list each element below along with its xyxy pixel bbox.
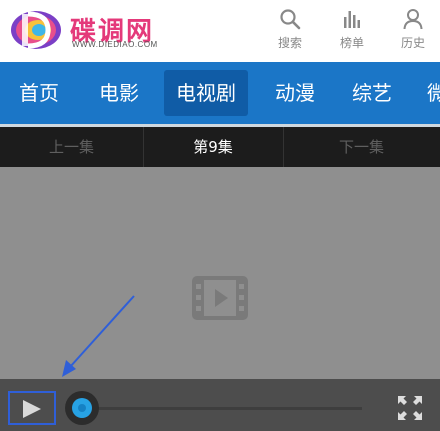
category-nav: 首页 电影 电视剧 动漫 综艺 微 — [0, 62, 440, 124]
nav-item-anime[interactable]: 动漫 — [264, 70, 326, 116]
progress-handle[interactable] — [65, 391, 99, 425]
ranking-label: 榜单 — [339, 36, 364, 50]
video-player[interactable] — [0, 167, 440, 379]
play-button[interactable] — [8, 391, 56, 425]
search-icon — [280, 9, 301, 30]
current-episode-label: 第9集 — [193, 138, 233, 156]
history-button[interactable]: 历史 — [391, 6, 435, 56]
nav-item-variety[interactable]: 综艺 — [341, 70, 403, 116]
episode-bar: 上一集 第9集 下一集 — [0, 127, 440, 167]
progress-track[interactable] — [80, 407, 362, 410]
site-header: 碟调网 WWW.DIEDIAO.COM 搜索 榜单 历史 — [0, 0, 440, 62]
next-episode-button[interactable]: 下一集 — [283, 127, 440, 167]
history-label: 历史 — [400, 36, 425, 50]
video-placeholder-icon — [192, 276, 248, 320]
search-label: 搜索 — [277, 36, 302, 50]
nav-item-more[interactable]: 微 — [422, 70, 440, 116]
user-icon — [403, 9, 423, 30]
player-controls — [0, 379, 440, 431]
ranking-icon — [344, 11, 360, 28]
logo-disc-icon — [11, 11, 61, 49]
site-logo[interactable]: 碟调网 WWW.DIEDIAO.COM — [8, 6, 208, 56]
ranking-button[interactable]: 榜单 — [330, 6, 374, 56]
nav-item-home[interactable]: 首页 — [8, 70, 70, 116]
logo-url: WWW.DIEDIAO.COM — [72, 40, 158, 49]
play-icon — [23, 400, 41, 418]
search-button[interactable]: 搜索 — [268, 6, 312, 56]
nav-item-tv[interactable]: 电视剧 — [164, 70, 248, 116]
prev-episode-button[interactable]: 上一集 — [0, 127, 143, 167]
fullscreen-icon[interactable] — [395, 393, 425, 423]
nav-item-movies[interactable]: 电影 — [88, 70, 150, 116]
